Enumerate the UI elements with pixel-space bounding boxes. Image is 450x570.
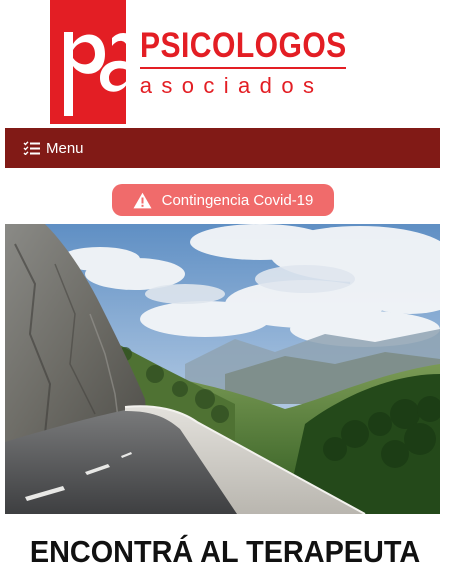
menu-toggle-button[interactable]: Menu <box>5 128 440 168</box>
logo-mark-icon <box>50 0 126 124</box>
logo-divider <box>139 67 346 69</box>
find-therapist-heading: ENCONTRÁ AL TERAPEUTA <box>29 534 421 569</box>
logo-text: PSICOLOGOS asociados <box>126 0 380 124</box>
covid-contingency-button[interactable]: Contingencia Covid-19 <box>112 184 334 216</box>
site-logo[interactable]: PSICOLOGOS asociados <box>50 0 380 124</box>
list-icon <box>23 141 40 156</box>
logo-title: PSICOLOGOS <box>139 26 347 65</box>
warning-icon <box>133 192 152 209</box>
page: PSICOLOGOS asociados Menu Contingencia C… <box>0 0 450 570</box>
menu-label: Menu <box>46 139 84 157</box>
hero-image <box>5 224 440 514</box>
logo-subtitle: asociados <box>139 73 324 98</box>
covid-button-label: Contingencia Covid-19 <box>161 191 314 209</box>
